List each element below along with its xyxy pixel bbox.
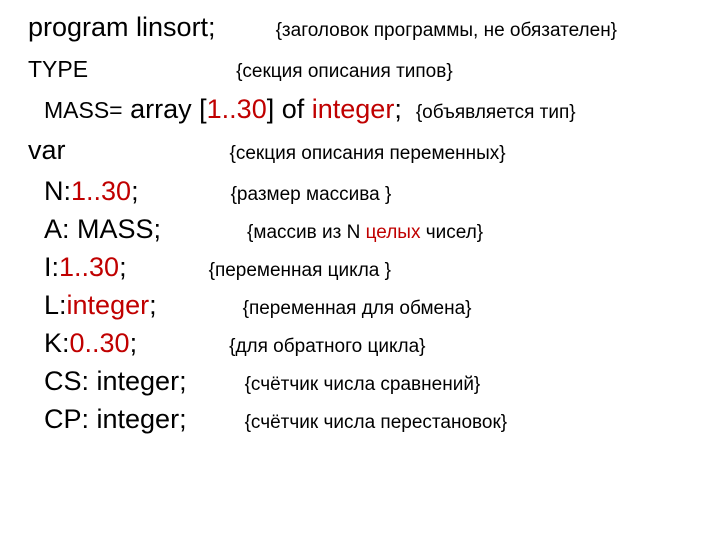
code-comment: {массив из N — [247, 222, 366, 243]
code-line-9: K:0..30; {для обратного цикла} — [28, 330, 720, 357]
code-text: ; — [119, 252, 127, 282]
code-comment: {секция описания переменных} — [230, 143, 506, 164]
code-highlight: integer — [312, 94, 395, 124]
code-line-4: var {секция описания переменных} — [28, 137, 720, 164]
code-text: ] of — [267, 94, 312, 124]
code-highlight: 0..30 — [70, 328, 130, 358]
code-text: N: — [44, 176, 71, 206]
code-line-5: N:1..30; {размер массива } — [28, 178, 720, 205]
code-comment: {секция описания типов} — [236, 61, 453, 82]
code-comment: {заголовок программы, не обязателен} — [276, 20, 617, 41]
code-comment: {объявляется тип} — [416, 102, 576, 123]
code-comment: чисел} — [420, 222, 483, 243]
code-highlight: integer — [67, 290, 150, 320]
code-comment: {размер массива } — [231, 184, 392, 205]
code-text: A: MASS; — [44, 214, 161, 244]
code-text: TYPE — [28, 56, 88, 82]
code-highlight: 1..30 — [71, 176, 131, 206]
code-text: array [ — [123, 94, 207, 124]
code-text: program linsort; — [28, 12, 216, 42]
code-text: K: — [44, 328, 70, 358]
code-comment: {счётчик числа перестановок} — [245, 412, 508, 433]
code-text: MASS= — [44, 97, 123, 123]
code-text: I: — [44, 252, 59, 282]
code-line-8: L:integer; {переменная для обмена} — [28, 292, 720, 319]
code-highlight: 1..30 — [207, 94, 267, 124]
code-listing: program linsort; {заголовок программы, не… — [0, 0, 720, 433]
code-text: ; — [394, 94, 402, 124]
code-line-11: CP: integer; {счётчик числа перестановок} — [28, 406, 720, 433]
code-line-2: TYPE {секция описания типов} — [28, 55, 720, 82]
code-highlight: 1..30 — [59, 252, 119, 282]
code-comment: {для обратного цикла} — [229, 336, 425, 357]
code-line-1: program linsort; {заголовок программы, не… — [28, 14, 720, 41]
code-text: ; — [149, 290, 157, 320]
code-text: ; — [130, 328, 138, 358]
code-highlight: целых — [366, 222, 421, 243]
code-text: ; — [131, 176, 139, 206]
code-comment: {переменная цикла } — [209, 260, 391, 281]
code-comment: {счётчик числа сравнений} — [245, 374, 481, 395]
code-text: CP: integer; — [44, 404, 187, 434]
code-line-6: A: MASS; {массив из N целых чисел} — [28, 216, 720, 243]
code-line-7: I:1..30; {переменная цикла } — [28, 254, 720, 281]
code-line-3: MASS= array [1..30] of integer; {объявляе… — [28, 96, 720, 123]
code-text: L: — [44, 290, 67, 320]
code-comment: {переменная для обмена} — [243, 298, 472, 319]
code-line-10: CS: integer; {счётчик числа сравнений} — [28, 368, 720, 395]
code-text: var — [28, 135, 66, 165]
code-text: CS: integer; — [44, 366, 187, 396]
